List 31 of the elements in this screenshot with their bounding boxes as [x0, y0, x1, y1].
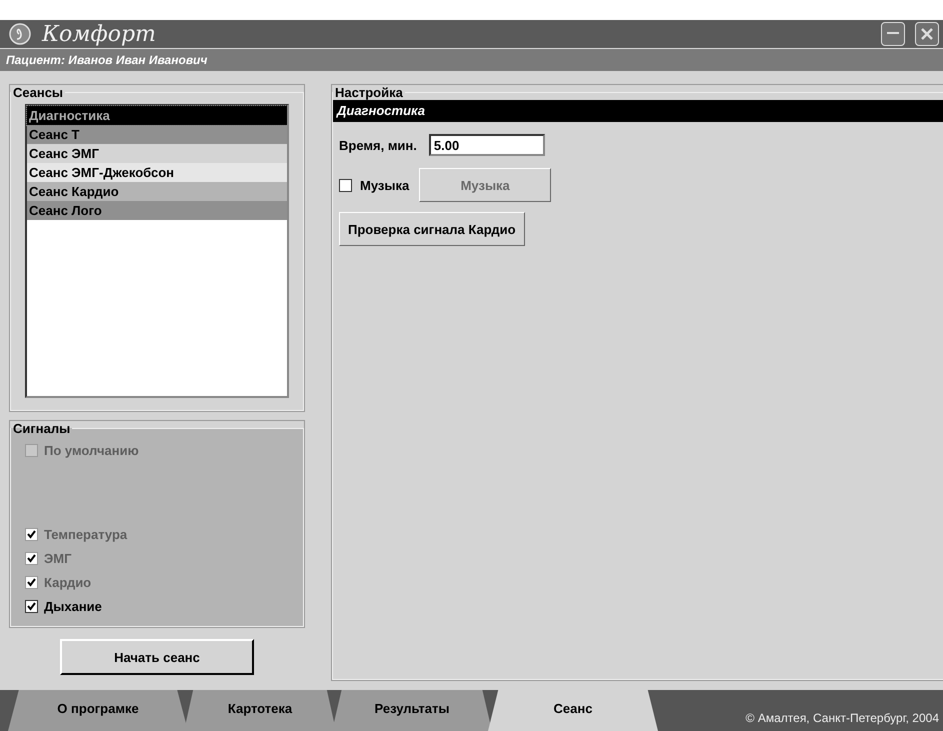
group-title: Сигналы	[12, 421, 72, 436]
session-item[interactable]: Сеанс Т	[27, 125, 287, 144]
session-item[interactable]: Сеанс Лого	[27, 201, 287, 220]
close-button[interactable]	[915, 22, 939, 46]
group-title: Сеансы	[12, 85, 64, 100]
session-name: Диагностика	[333, 100, 943, 122]
signal-checkbox[interactable]: Дыхание	[25, 594, 289, 618]
patient-name: Пациент: Иванов Иван Иванович	[6, 53, 208, 67]
tab[interactable]: Картотека	[184, 690, 336, 731]
checkmark-icon	[27, 530, 36, 538]
session-item[interactable]: Сеанс Кардио	[27, 182, 287, 201]
session-item[interactable]: Диагностика	[27, 106, 287, 125]
time-label: Время, мин.	[339, 138, 417, 152]
copyright: © Амалтея, Санкт-Петербург, 2004	[744, 711, 940, 727]
session-item[interactable]: Сеанс ЭМГ	[27, 144, 287, 163]
start-session-button[interactable]: Начать сеанс	[60, 639, 254, 675]
session-item[interactable]: Сеанс ЭМГ-Джекобсон	[27, 163, 287, 182]
close-icon	[921, 28, 933, 40]
time-field[interactable]: 5.00	[428, 134, 545, 156]
minimize-button[interactable]	[881, 22, 905, 46]
group-title: Настройка	[334, 85, 404, 100]
check-signal-button[interactable]: Проверка сигнала Кардио	[339, 212, 525, 246]
checkmark-icon	[27, 602, 36, 610]
music-checkbox[interactable]: Музыка	[339, 173, 410, 197]
tab[interactable]: О програмке	[8, 690, 188, 731]
checkmark-icon	[27, 578, 36, 586]
tab[interactable]: Сеанс	[488, 690, 658, 731]
minimize-icon	[887, 32, 899, 36]
checkmark-icon	[27, 554, 36, 562]
window-title: Комфорт	[42, 22, 157, 46]
tab[interactable]: Результаты	[332, 690, 492, 731]
